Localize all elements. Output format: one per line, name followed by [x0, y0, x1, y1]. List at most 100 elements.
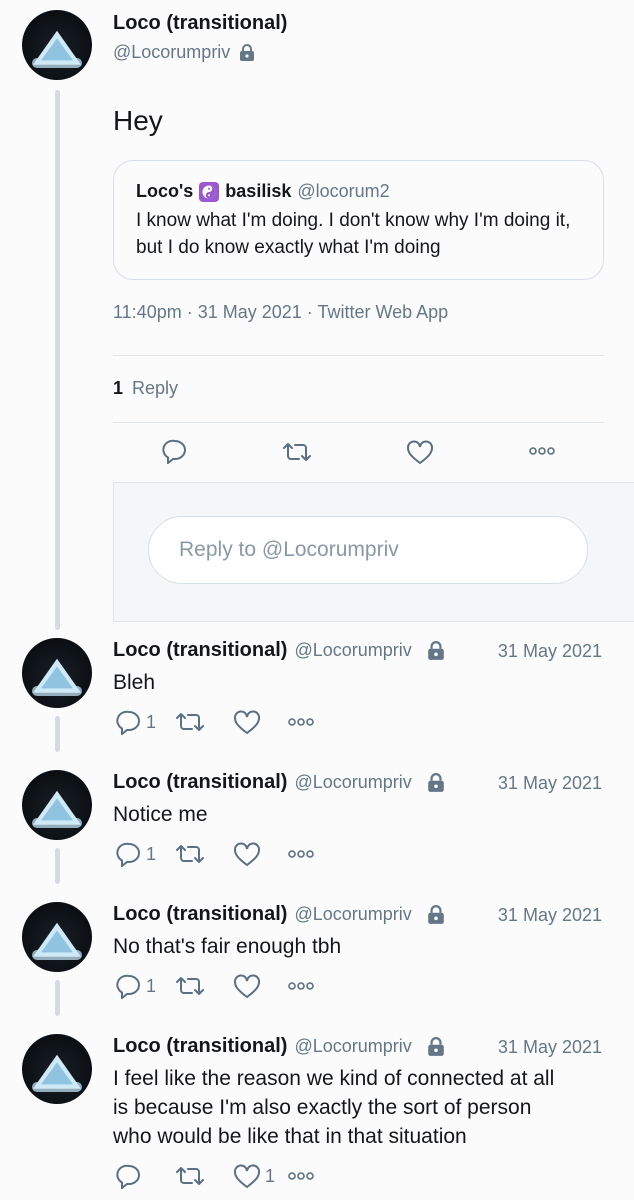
lock-icon — [426, 772, 446, 793]
divider — [113, 355, 604, 356]
more-icon — [288, 982, 314, 990]
tweet-date[interactable]: 31 May 2021 — [498, 905, 602, 926]
reply-icon — [116, 1164, 140, 1189]
tweet-text: I feel like the reason we kind of connec… — [113, 1064, 613, 1151]
divider — [113, 422, 604, 423]
avatar[interactable] — [22, 10, 92, 80]
lock-icon — [426, 640, 446, 661]
like-button[interactable] — [233, 841, 265, 867]
more-button[interactable] — [288, 717, 314, 727]
like-button[interactable] — [406, 439, 434, 465]
tweet-text: Bleh — [113, 671, 156, 694]
reply-header: Loco (transitional) @Locorumpriv — [113, 771, 446, 794]
retweet-icon — [176, 1167, 204, 1185]
like-count: 1 — [265, 1165, 276, 1186]
more-icon — [288, 1172, 314, 1180]
reply-count-row[interactable]: 1 Reply — [113, 378, 178, 399]
like-button[interactable] — [233, 709, 265, 735]
yin-yang-icon — [199, 181, 220, 202]
tweet-date[interactable]: 31 May 2021 — [498, 1037, 602, 1058]
retweet-icon — [176, 977, 204, 995]
tweet-meta: 11:40pm · 31 May 2021 · Twitter Web App — [113, 302, 449, 322]
retweet-icon — [176, 713, 204, 731]
lock-icon — [426, 904, 446, 925]
lock-icon — [238, 43, 256, 62]
thread-line — [55, 90, 60, 630]
more-icon — [288, 718, 314, 726]
more-button[interactable] — [529, 446, 555, 456]
reply-icon — [162, 439, 186, 464]
reply-icon — [116, 710, 140, 735]
handle[interactable]: @Locorumpriv — [294, 904, 411, 925]
more-button[interactable] — [288, 981, 314, 991]
reply-count: 1 — [146, 843, 157, 864]
display-name[interactable]: Loco (transitional) — [113, 12, 287, 35]
reply-icon — [116, 974, 140, 999]
heart-icon — [407, 440, 433, 465]
display-name[interactable]: Loco (transitional) — [113, 771, 287, 794]
tweet-text: No that's fair enough tbh — [113, 935, 342, 958]
more-button[interactable] — [288, 849, 314, 859]
heart-icon — [234, 974, 260, 999]
reply-header: Loco (transitional) @Locorumpriv — [113, 903, 446, 926]
quoted-tweet[interactable]: Loco's basilisk @locorum2 I know what I'… — [113, 160, 604, 280]
retweet-icon — [283, 443, 311, 461]
handle[interactable]: @Locorumpriv — [113, 42, 230, 63]
quote-name-part1: Loco's — [136, 181, 194, 201]
more-icon — [288, 850, 314, 858]
quote-handle: @locorum2 — [297, 181, 390, 201]
reply-count: 1 — [113, 378, 124, 398]
handle[interactable]: @Locorumpriv — [294, 772, 411, 793]
like-button[interactable] — [233, 973, 265, 999]
retweet-button[interactable] — [283, 440, 311, 464]
display-name[interactable]: Loco (transitional) — [113, 639, 287, 662]
heart-icon — [234, 710, 260, 735]
tweet-text-line: I feel like the reason we kind of connec… — [113, 1067, 555, 1090]
retweet-button[interactable] — [176, 974, 204, 998]
reply-button[interactable]: 1 — [116, 841, 156, 867]
heart-icon — [234, 842, 260, 867]
reply-button[interactable]: 1 — [116, 709, 156, 735]
reply-composer: Reply to @Locorumpriv — [113, 482, 634, 622]
display-name[interactable]: Loco (transitional) — [113, 1035, 287, 1058]
avatar[interactable] — [22, 902, 92, 972]
reply-count: 1 — [146, 975, 157, 996]
quote-text: I know what I'm doing. I don't know why … — [136, 210, 571, 258]
avatar[interactable] — [22, 638, 92, 708]
quote-header: Loco's basilisk @locorum2 — [136, 181, 390, 202]
tweet-date[interactable]: 31 May 2021 — [498, 641, 602, 662]
reply-icon — [116, 842, 140, 867]
tweet-text: Notice me — [113, 803, 208, 826]
thread-line — [55, 848, 60, 884]
handle-row: @Locorumpriv — [113, 42, 256, 63]
reply-count: 1 — [146, 711, 157, 732]
thread-line — [55, 716, 60, 752]
tweet-date[interactable]: 31 May 2021 — [498, 773, 602, 794]
tweet-text-line: is because I'm also exactly the sort of … — [113, 1096, 532, 1119]
heart-icon — [234, 1164, 260, 1189]
tweet-text-line: who would be like that in that situation — [113, 1125, 467, 1148]
handle[interactable]: @Locorumpriv — [294, 640, 411, 661]
tweet-text: Hey — [113, 105, 163, 136]
avatar[interactable] — [22, 770, 92, 840]
reply-button[interactable] — [116, 1163, 146, 1189]
thread-line — [55, 980, 60, 1016]
reply-header: Loco (transitional) @Locorumpriv — [113, 1035, 446, 1058]
more-button[interactable] — [288, 1171, 314, 1181]
avatar[interactable] — [22, 1034, 92, 1104]
retweet-icon — [176, 845, 204, 863]
retweet-button[interactable] — [176, 842, 204, 866]
reply-button[interactable] — [162, 438, 188, 464]
reply-count-label: Reply — [132, 378, 179, 398]
like-button[interactable]: 1 — [233, 1163, 275, 1189]
retweet-button[interactable] — [176, 710, 204, 734]
reply-header: Loco (transitional) @Locorumpriv — [113, 639, 446, 662]
more-icon — [529, 447, 555, 455]
lock-icon — [426, 1036, 446, 1057]
display-name[interactable]: Loco (transitional) — [113, 903, 287, 926]
handle[interactable]: @Locorumpriv — [294, 1036, 411, 1057]
reply-input[interactable]: Reply to @Locorumpriv — [148, 516, 588, 584]
quote-name-part2: basilisk — [225, 181, 292, 201]
retweet-button[interactable] — [176, 1164, 204, 1188]
reply-button[interactable]: 1 — [116, 973, 156, 999]
